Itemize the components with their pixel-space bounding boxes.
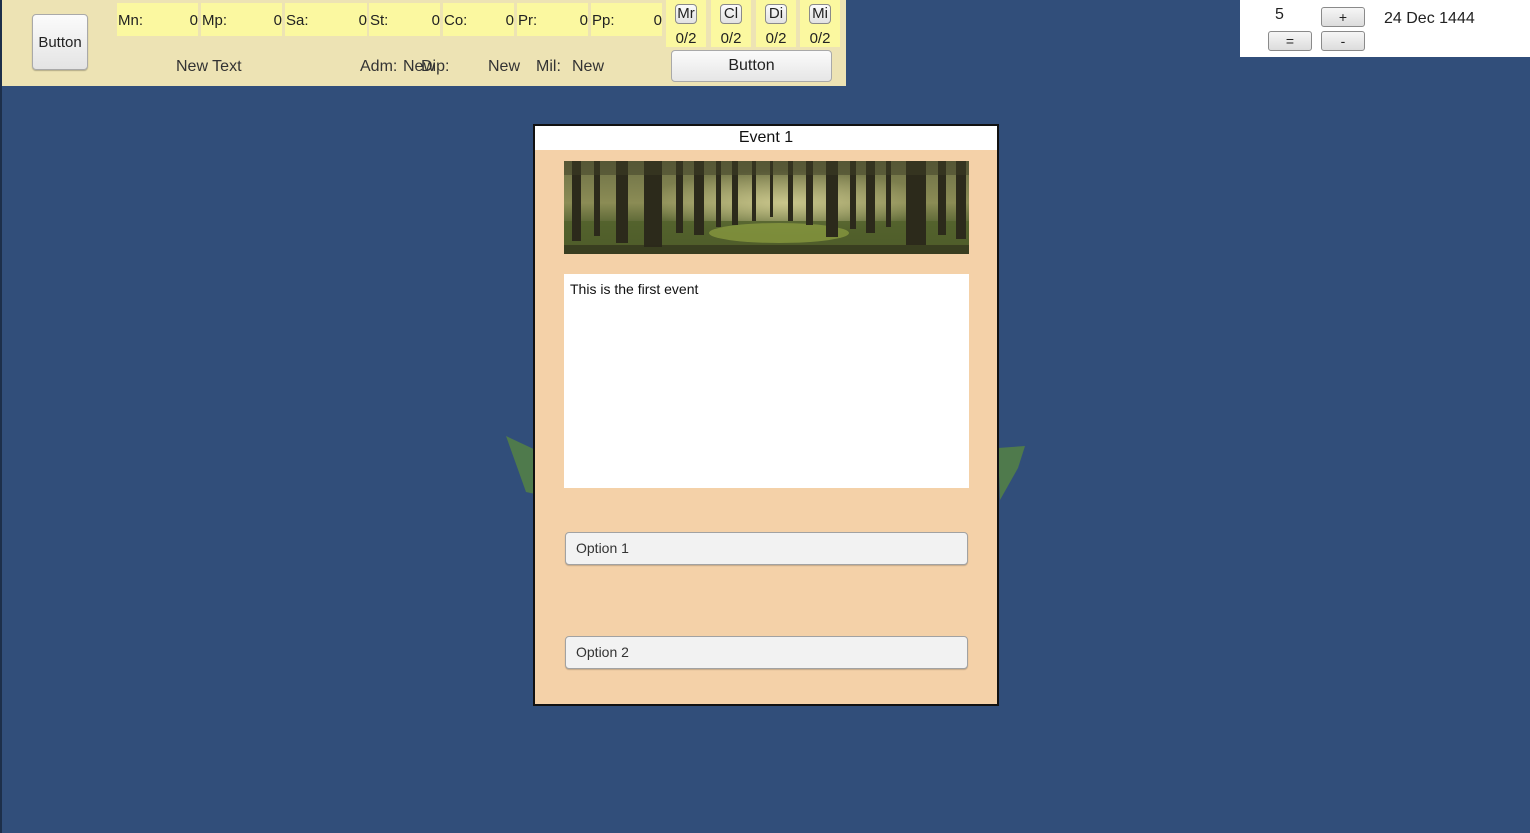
stat-st-value: 0 [431,12,440,29]
mana-di-value: 0/2 [765,30,787,47]
stat-sa: Sa: 0 [285,3,367,36]
event-option-1-button[interactable]: Option 1 [565,532,968,565]
stat-mn-label: Mn: [118,12,144,29]
stat-pp-label: Pp: [592,12,615,29]
event-window: Event 1 This is the first event Option 1… [533,124,999,706]
event-title: Event 1 [535,126,997,150]
time-controls: 5 + = - 24 Dec 1444 [1240,0,1530,57]
dip-value: New [488,58,521,75]
stat-mp-label: Mp: [202,12,228,29]
mana-mr: Mr 0/2 [666,0,706,47]
land-right-shape [998,446,1025,500]
stat-sa-label: Sa: [286,12,309,29]
event-description: This is the first event [570,281,699,297]
stat-st: St: 0 [369,3,440,36]
mana-di: Di 0/2 [756,0,796,47]
mana-mr-button[interactable]: Mr [675,4,697,24]
game-date: 24 Dec 1444 [1384,10,1475,27]
panel-button[interactable]: Button [671,50,832,82]
mana-cl-value: 0/2 [720,30,742,47]
mana-cl-button[interactable]: Cl [720,4,742,24]
stat-pr: Pr: 0 [517,3,588,36]
main-button[interactable]: Button [32,14,88,70]
dip-label: Dip: [421,58,450,75]
speed-up-button[interactable]: + [1321,7,1365,27]
window-edge [0,0,2,833]
stat-co-label: Co: [444,12,468,29]
mana-cl: Cl 0/2 [711,0,751,47]
speed-down-button[interactable]: - [1321,31,1365,51]
adm-label: Adm: [360,58,398,75]
forest-image [564,161,969,254]
resource-panel: Button Mn: 0 Mp: 0 Sa: 0 St: 0 Co: 0 Pr:… [2,0,846,86]
stat-mn-value: 0 [189,12,198,29]
stat-pp: Pp: 0 [591,3,662,36]
mana-mi-value: 0/2 [809,30,831,47]
stat-sa-value: 0 [358,12,367,29]
stat-mp-value: 0 [273,12,282,29]
mana-mi-button[interactable]: Mi [809,4,831,24]
pause-button[interactable]: = [1268,31,1312,51]
mil-value: New [572,58,605,75]
mil-label: Mil: [536,58,561,75]
mana-mi: Mi 0/2 [800,0,840,47]
new-text-label: New Text [176,58,242,75]
stat-mp: Mp: 0 [201,3,282,36]
stat-pr-label: Pr: [518,12,538,29]
event-description-box: This is the first event [564,274,969,488]
stat-st-label: St: [370,12,389,29]
game-speed: 5 [1275,6,1284,23]
stat-pp-value: 0 [653,12,662,29]
event-image [564,161,969,254]
mana-mr-value: 0/2 [675,30,697,47]
stat-pr-value: 0 [579,12,588,29]
stat-co: Co: 0 [443,3,514,36]
stat-mn: Mn: 0 [117,3,198,36]
stat-co-value: 0 [505,12,514,29]
mana-di-button[interactable]: Di [765,4,787,24]
event-option-2-button[interactable]: Option 2 [565,636,968,669]
